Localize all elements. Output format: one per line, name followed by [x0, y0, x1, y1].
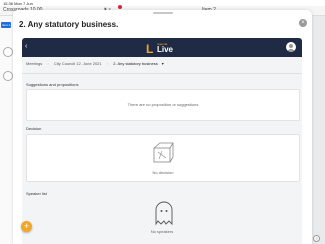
avatar-head [289, 44, 293, 48]
decision-card: No decision [26, 134, 300, 182]
breadcrumb-meetings[interactable]: Meetings [26, 61, 42, 66]
logo-letter: L [146, 42, 154, 56]
sidebar-circle-icon [3, 47, 13, 57]
decision-empty-text: No decision [152, 170, 174, 175]
avatar-body [287, 49, 295, 52]
add-button[interactable]: + [21, 221, 32, 232]
agenda-live-view: ‹ L Agenda Live Meetings › City Council … [22, 38, 302, 244]
app-bar: ‹ L Agenda Live [22, 38, 302, 57]
speaker-list-heading: Speaker list [26, 191, 47, 196]
item-modal: 2. Any statutory business. × ‹ L Agenda … [13, 10, 312, 244]
breadcrumb-current-label: 2. Any statutory business [113, 61, 158, 66]
empty-decision-icon [153, 142, 174, 163]
divider [22, 73, 302, 74]
logo-word: Live [157, 45, 174, 54]
breadcrumb-current-item[interactable]: 2. Any statutory business ▾ [113, 61, 167, 66]
breadcrumb-meeting[interactable]: City Council 12. June 2021 [54, 61, 102, 66]
sidebar-circle-icon [3, 71, 13, 81]
chevron-down-icon: ▾ [161, 61, 164, 66]
breadcrumb: Meetings › City Council 12. June 2021 › … [26, 61, 172, 69]
suggestions-heading: Suggestions and propositions [26, 82, 79, 87]
close-button[interactable]: × [299, 19, 307, 27]
modal-title: 2. Any statutory business. [19, 20, 119, 29]
speaker-list-empty-text: No speakers [150, 229, 174, 234]
suggestions-empty-text: There are no proposition or suggestions [127, 102, 199, 107]
notification-dot [118, 5, 122, 9]
breadcrumb-separator: › [47, 61, 49, 66]
suggestions-card: There are no proposition or suggestions [26, 89, 300, 121]
user-avatar[interactable] [286, 42, 296, 52]
ghost-icon [155, 201, 173, 226]
help-icon[interactable]: ? [313, 235, 320, 242]
back-icon[interactable]: ‹ [25, 43, 27, 50]
breadcrumb-separator: › [106, 61, 109, 66]
sidebar-tag: Item 1 [1, 22, 12, 28]
modal-grab-handle[interactable] [153, 12, 173, 14]
decision-heading: Decision [26, 126, 42, 131]
